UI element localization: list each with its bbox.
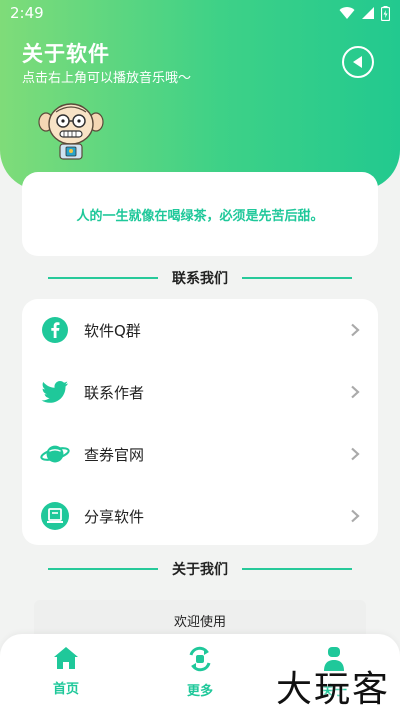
menu-item-label: 联系作者 [84,383,145,402]
contact-menu-card: 软件Q群 联系作者 查券官网 分享软件 [22,299,378,545]
quote-card: 人的一生就像在喝绿茶，必须是先苦后甜。 [22,172,378,256]
menu-item-label: 软件Q群 [84,321,141,340]
play-music-button[interactable] [342,46,374,78]
about-section-header: 关于我们 [0,559,400,579]
menu-item-label: 分享软件 [84,507,145,526]
twitter-icon [40,377,70,407]
status-bar: 2:49 [0,0,400,26]
home-icon [54,647,78,669]
welcome-text: 欢迎使用 [173,614,226,630]
nav-tab-label: 首页 [52,682,79,697]
quote-text: 人的一生就像在喝绿茶，必须是先苦后甜。 [76,208,324,224]
menu-item-coupon-site[interactable]: 查券官网 [22,423,378,485]
menu-item-share-app[interactable]: 分享软件 [22,485,378,547]
chevron-right-icon [351,385,360,399]
nav-tab-more[interactable]: 更多 [160,646,240,704]
refresh-icon [189,646,211,672]
menu-item-contact-author[interactable]: 联系作者 [22,361,378,423]
nav-tab-label: 更多 [186,684,213,699]
header-banner [0,0,400,190]
battery-icon [381,5,390,21]
divider [48,568,158,570]
status-time: 2:49 [10,4,44,22]
chevron-right-icon [351,447,360,461]
chevron-right-icon [351,509,360,523]
planet-icon [40,439,70,469]
menu-item-qq-group[interactable]: 软件Q群 [22,299,378,361]
contact-section-title: 联系我们 [172,271,228,287]
facebook-icon [40,315,70,345]
page-subtitle: 点击右上角可以播放音乐哦～ [22,71,192,86]
chevron-right-icon [351,323,360,337]
play-reverse-icon [353,56,362,68]
page-title: 关于软件 [22,42,110,66]
nav-tab-home[interactable]: 首页 [26,646,106,704]
divider [242,277,352,279]
share-box-icon [40,501,70,531]
wifi-icon [339,7,355,20]
contact-section-header: 联系我们 [0,268,400,288]
watermark-text: 大玩客 [275,669,390,710]
mascot-illustration [38,103,104,160]
about-section-title: 关于我们 [172,562,228,578]
divider [242,568,352,570]
menu-item-label: 查券官网 [84,445,145,464]
signal-icon [362,7,374,19]
divider [48,277,158,279]
